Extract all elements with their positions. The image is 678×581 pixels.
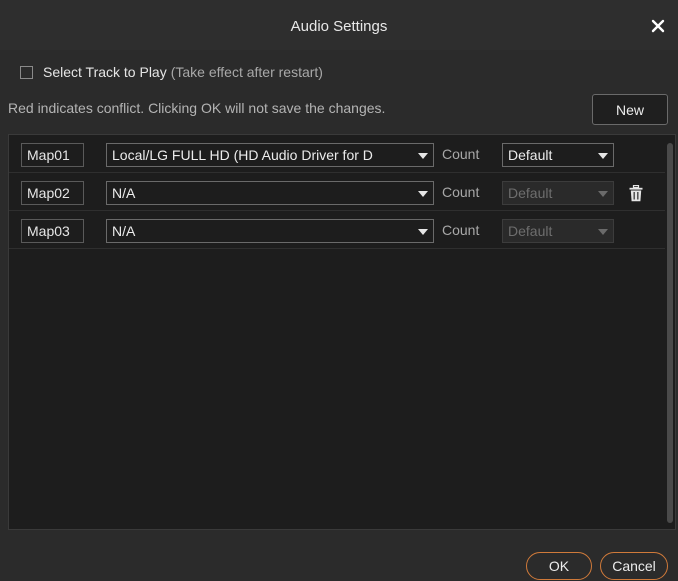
- select-track-option[interactable]: Select Track to Play (Take effect after …: [20, 62, 323, 82]
- delete-map-button[interactable]: [627, 183, 645, 203]
- trash-icon: [629, 184, 643, 201]
- select-track-label: Select Track to Play: [43, 64, 167, 80]
- map-label[interactable]: Map03: [21, 219, 84, 243]
- count-label: Count: [442, 184, 480, 200]
- conflict-info-text: Red indicates conflict. Clicking OK will…: [8, 100, 386, 116]
- dialog-footer: OK Cancel: [0, 540, 678, 581]
- count-select-value: Default: [508, 147, 553, 163]
- vertical-scrollbar[interactable]: [667, 143, 673, 523]
- device-select-value: Local/LG FULL HD (HD Audio Driver for D: [112, 147, 373, 163]
- chevron-down-icon: [418, 191, 428, 197]
- select-track-checkbox[interactable]: [20, 65, 33, 79]
- count-select[interactable]: Default: [502, 143, 614, 167]
- count-select-value: Default: [508, 185, 553, 201]
- device-select-value: N/A: [112, 223, 136, 239]
- map-row: Map02 N/A Count Default: [9, 173, 665, 211]
- new-button[interactable]: New: [592, 94, 668, 125]
- chevron-down-icon: [598, 229, 608, 235]
- map-label[interactable]: Map01: [21, 143, 84, 167]
- map-row: Map01 Local/LG FULL HD (HD Audio Driver …: [9, 135, 665, 173]
- title-bar: Audio Settings: [0, 0, 678, 50]
- device-select[interactable]: N/A: [106, 219, 434, 243]
- device-select-value: N/A: [112, 185, 136, 201]
- close-button[interactable]: [646, 14, 670, 38]
- chevron-down-icon: [418, 229, 428, 235]
- device-select[interactable]: N/A: [106, 181, 434, 205]
- chevron-down-icon: [598, 191, 608, 197]
- select-track-hint: (Take effect after restart): [170, 64, 323, 80]
- map-list-panel: Map01 Local/LG FULL HD (HD Audio Driver …: [8, 134, 676, 530]
- count-label: Count: [442, 222, 480, 238]
- device-select[interactable]: Local/LG FULL HD (HD Audio Driver for D: [106, 143, 434, 167]
- dialog-title: Audio Settings: [290, 18, 388, 35]
- close-icon: [651, 19, 665, 33]
- map-row: Map03 N/A Count Default: [9, 211, 665, 249]
- count-select: Default: [502, 181, 614, 205]
- chevron-down-icon: [418, 153, 428, 159]
- ok-button[interactable]: OK: [526, 552, 592, 580]
- map-label[interactable]: Map02: [21, 181, 84, 205]
- count-select-value: Default: [508, 223, 553, 239]
- cancel-button[interactable]: Cancel: [600, 552, 668, 580]
- count-select: Default: [502, 219, 614, 243]
- count-label: Count: [442, 146, 480, 162]
- audio-settings-dialog: Audio Settings Select Track to Play (Tak…: [0, 0, 678, 581]
- chevron-down-icon: [598, 153, 608, 159]
